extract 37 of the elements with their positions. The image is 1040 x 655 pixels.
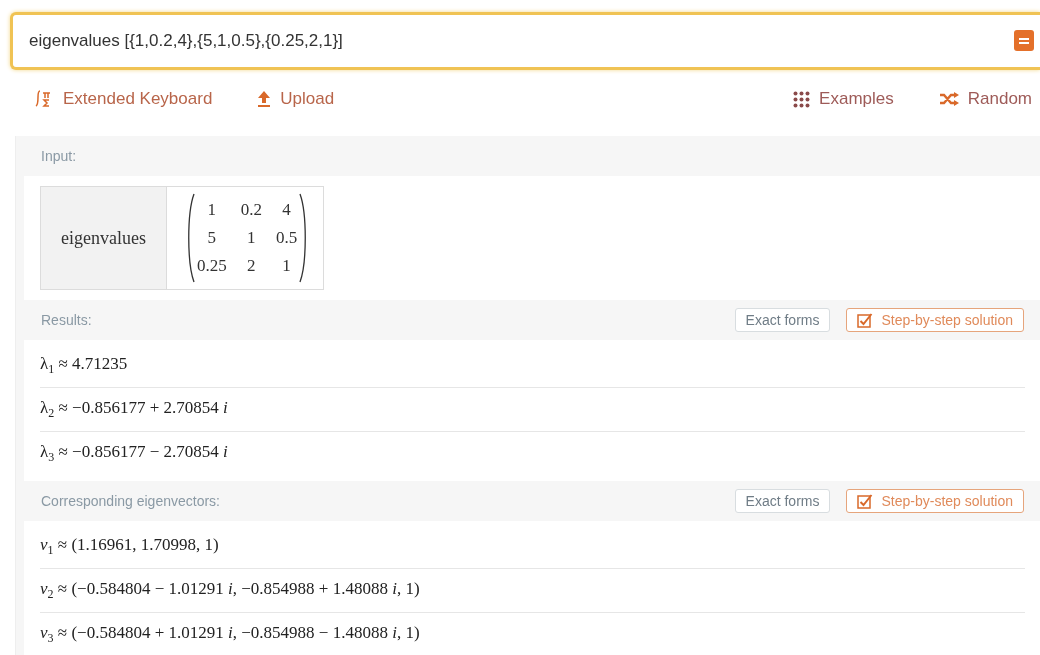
result-formula: v$_{2}$ ≈ (−0.584804 − 1.01291 i, −0.854988 + 1.48088 i, 1) bbox=[40, 578, 420, 603]
section-title: Corresponding eigenvectors: bbox=[41, 493, 220, 509]
toolbar-link[interactable]: Random bbox=[938, 89, 1032, 109]
step-by-step-button[interactable]: Step-by-step solution bbox=[846, 489, 1024, 513]
result-formula: λ$_{1}$ ≈ 4.71235 bbox=[40, 353, 128, 378]
matrix-entry: 1 bbox=[207, 199, 217, 221]
equals-icon bbox=[1019, 36, 1029, 45]
compute-button[interactable] bbox=[1014, 30, 1034, 51]
function-cell: eigenvalues bbox=[41, 187, 167, 289]
toolbar-link[interactable]: Extended Keyboard bbox=[34, 89, 213, 109]
result-formula: λ$_{2}$ ≈ −0.856177 + 2.70854 i bbox=[40, 397, 228, 422]
toolbar-link[interactable]: Examples bbox=[793, 89, 894, 109]
result-formula: λ$_{3}$ ≈ −0.856177 − 2.70854 i bbox=[40, 441, 228, 466]
matrix-entry: 0.25 bbox=[196, 255, 227, 277]
matrix-entry: 1 bbox=[247, 227, 256, 249]
matrix-entry: 0.2 bbox=[240, 199, 262, 221]
matrix-entry: 1 bbox=[282, 255, 291, 277]
result-formula: v$_{3}$ ≈ (−0.584804 + 1.01291 i, −0.854988 − 1.48088 i, 1) bbox=[40, 622, 420, 647]
exact-forms-button[interactable]: Exact forms bbox=[734, 489, 831, 513]
matrix-entry: 5 bbox=[207, 227, 217, 249]
checkbox-icon bbox=[857, 493, 874, 509]
exact-forms-button[interactable]: Exact forms bbox=[734, 308, 831, 332]
matrix-entry: 0.5 bbox=[275, 227, 298, 249]
search-field[interactable]: eigenvalues [{1,0.2,4},{5,1,0.5},{0.25,2,1}] bbox=[10, 12, 1040, 70]
step-by-step-button[interactable]: Step-by-step solution bbox=[846, 308, 1024, 332]
toolbar-link[interactable]: Upload bbox=[257, 89, 335, 109]
section-title: Results: bbox=[41, 312, 92, 328]
upload-icon bbox=[257, 90, 272, 108]
left-parenthesis-icon bbox=[186, 193, 195, 283]
section-title: Input: bbox=[41, 148, 77, 164]
grid-icon bbox=[793, 90, 811, 108]
right-parenthesis-icon bbox=[299, 193, 308, 283]
matrix-entry: 2 bbox=[247, 255, 256, 277]
checkbox-icon bbox=[857, 312, 874, 328]
shuffle-icon bbox=[938, 92, 959, 106]
matrix-entry: 4 bbox=[282, 199, 291, 221]
result-formula: v$_{1}$ ≈ (1.16961, 1.70998, 1) bbox=[40, 534, 219, 559]
